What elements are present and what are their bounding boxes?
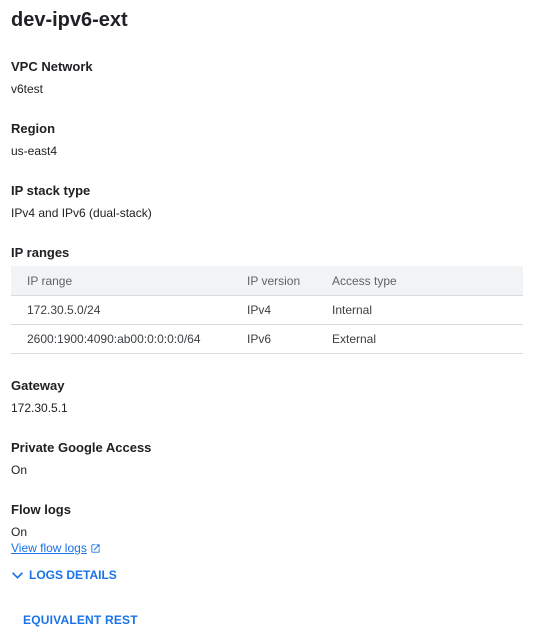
vpc-network-label: VPC Network [11, 59, 93, 74]
ip-version-cell: IPv6 [247, 324, 332, 354]
page-title: dev-ipv6-ext [11, 9, 128, 31]
gateway-value: 172.30.5.1 [11, 401, 68, 415]
logs-details-label: LOGS DETAILS [29, 568, 117, 582]
region-value: us-east4 [11, 144, 58, 158]
logs-details-toggle[interactable]: LOGS DETAILS [11, 568, 117, 582]
view-flow-logs-label: View flow logs [11, 541, 87, 555]
ip-ranges-label: IP ranges [11, 245, 70, 260]
private-google-access-value: On [11, 463, 28, 477]
region-label: Region [11, 121, 56, 136]
ip-stack-type-label: IP stack type [11, 183, 91, 198]
ip-ranges-table: IP range IP version Access type 172.30.5… [11, 266, 523, 354]
column-header-access-type: Access type [332, 266, 523, 296]
view-flow-logs-link[interactable]: View flow logs [11, 541, 101, 555]
vpc-network-value: v6test [11, 82, 44, 96]
ip-version-cell: IPv4 [247, 295, 332, 325]
table-row: 2600:1900:4090:ab00:0:0:0:0/64 IPv6 Exte… [11, 324, 523, 354]
chevron-down-icon [12, 571, 23, 579]
ip-range-cell: 172.30.5.0/24 [11, 295, 247, 325]
ip-stack-type-value: IPv4 and IPv6 (dual-stack) [11, 206, 152, 220]
table-row: 172.30.5.0/24 IPv4 Internal [11, 295, 523, 325]
column-header-ip-range: IP range [11, 266, 247, 296]
private-google-access-label: Private Google Access [11, 440, 152, 455]
flow-logs-label: Flow logs [11, 502, 71, 517]
access-type-cell: External [332, 324, 523, 354]
equivalent-rest-button[interactable]: EQUIVALENT REST [23, 613, 138, 627]
ip-range-cell: 2600:1900:4090:ab00:0:0:0:0/64 [11, 324, 247, 354]
column-header-ip-version: IP version [247, 266, 332, 296]
gateway-label: Gateway [11, 378, 65, 393]
open-in-new-icon [91, 543, 100, 553]
access-type-cell: Internal [332, 295, 523, 325]
table-header-row: IP range IP version Access type [11, 266, 523, 296]
flow-logs-value: On [11, 525, 28, 539]
